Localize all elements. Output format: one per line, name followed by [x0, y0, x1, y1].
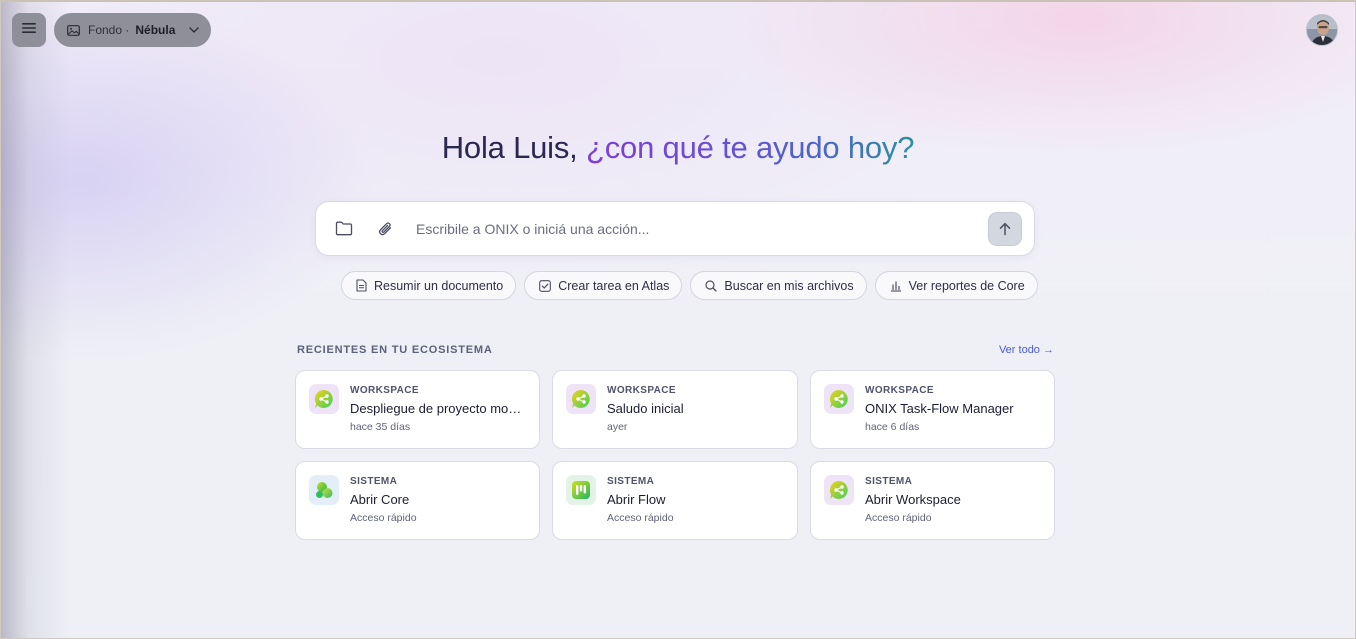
document-icon [356, 279, 367, 292]
recent-meta: hace 35 días [350, 421, 411, 433]
quick-action-create-task[interactable]: Crear tarea en Atlas [524, 271, 683, 300]
see-all-link[interactable]: Ver todo → [999, 344, 1054, 356]
recent-card[interactable]: WORKSPACE Despliegue de proyecto monorep… [295, 370, 540, 449]
recent-card[interactable]: SISTEMA Abrir Core Acceso rápido [295, 461, 540, 540]
background-label: Fondo · [88, 23, 130, 37]
checkbox-icon [539, 279, 552, 292]
recent-name: Despliegue de proyecto monorepo [350, 401, 527, 416]
background-value: Nébula [135, 23, 176, 37]
left-edge-shade [0, 0, 70, 639]
recent-meta: Acceso rápido [350, 512, 417, 524]
avatar[interactable] [1306, 14, 1338, 46]
paperclip-icon[interactable] [375, 219, 395, 239]
folder-icon[interactable] [334, 219, 354, 239]
chevron-down-icon [189, 27, 199, 33]
image-icon [67, 24, 80, 36]
menu-button[interactable] [12, 13, 46, 47]
search-icon [705, 279, 718, 292]
greeting-title: Hola Luis, ¿con qué te ayudo hoy? [0, 130, 1356, 166]
recent-name: Saludo inicial [607, 401, 684, 416]
recent-meta: Acceso rápido [607, 512, 674, 524]
workspace-icon [566, 384, 596, 414]
recent-kind: SISTEMA [607, 476, 655, 487]
recent-kind: WORKSPACE [865, 385, 934, 396]
quick-action-summarize[interactable]: Resumir un documento [341, 271, 517, 300]
quick-action-label: Resumir un documento [374, 278, 504, 293]
hamburger-icon [22, 21, 36, 39]
workspace-icon [309, 384, 339, 414]
recent-kind: SISTEMA [350, 476, 398, 487]
recent-name: ONIX Task-Flow Manager [865, 401, 1014, 416]
recents-title: RECIENTES EN TU ECOSISTEMA [297, 344, 493, 356]
recent-meta: hace 6 días [865, 421, 920, 433]
arrow-up-icon [998, 222, 1012, 236]
recents-grid: WORKSPACE Despliegue de proyecto monorep… [295, 370, 1055, 540]
send-button[interactable] [988, 211, 1022, 246]
recent-card[interactable]: WORKSPACE Saludo inicial ayer [552, 370, 798, 449]
bar-chart-icon [890, 280, 902, 292]
page-background [0, 0, 1356, 639]
core-icon [309, 475, 339, 505]
quick-action-label: Buscar en mis archivos [724, 278, 854, 293]
recent-name: Abrir Workspace [865, 492, 961, 507]
recent-kind: WORKSPACE [607, 385, 676, 396]
greeting-question: ¿con qué te ayudo hoy? [586, 130, 915, 165]
quick-action-label: Ver reportes de Core [908, 278, 1025, 293]
quick-action-core-reports[interactable]: Ver reportes de Core [874, 271, 1038, 300]
workspace-icon [824, 475, 854, 505]
background-selector[interactable]: Fondo · Nébula [54, 13, 211, 47]
composer [315, 201, 1035, 256]
recent-meta: Acceso rápido [865, 512, 932, 524]
recent-card[interactable]: SISTEMA Abrir Flow Acceso rápido [552, 461, 798, 540]
recent-name: Abrir Flow [607, 492, 666, 507]
recents-header: RECIENTES EN TU ECOSISTEMA Ver todo → [297, 344, 1054, 356]
recent-kind: WORKSPACE [350, 385, 419, 396]
workspace-icon [824, 384, 854, 414]
quick-action-label: Crear tarea en Atlas [558, 278, 670, 293]
recent-kind: SISTEMA [865, 476, 913, 487]
quick-actions: Resumir un documento Crear tarea en Atla… [341, 271, 1038, 300]
chat-input[interactable] [416, 220, 988, 237]
recent-card[interactable]: SISTEMA Abrir Workspace Acceso rápido [810, 461, 1055, 540]
flow-icon [566, 475, 596, 505]
recent-meta: ayer [607, 421, 628, 433]
recent-card[interactable]: WORKSPACE ONIX Task-Flow Manager hace 6 … [810, 370, 1055, 449]
greeting-name: Hola Luis, [441, 130, 578, 165]
quick-action-search-files[interactable]: Buscar en mis archivos [690, 271, 867, 300]
recent-name: Abrir Core [350, 492, 410, 507]
